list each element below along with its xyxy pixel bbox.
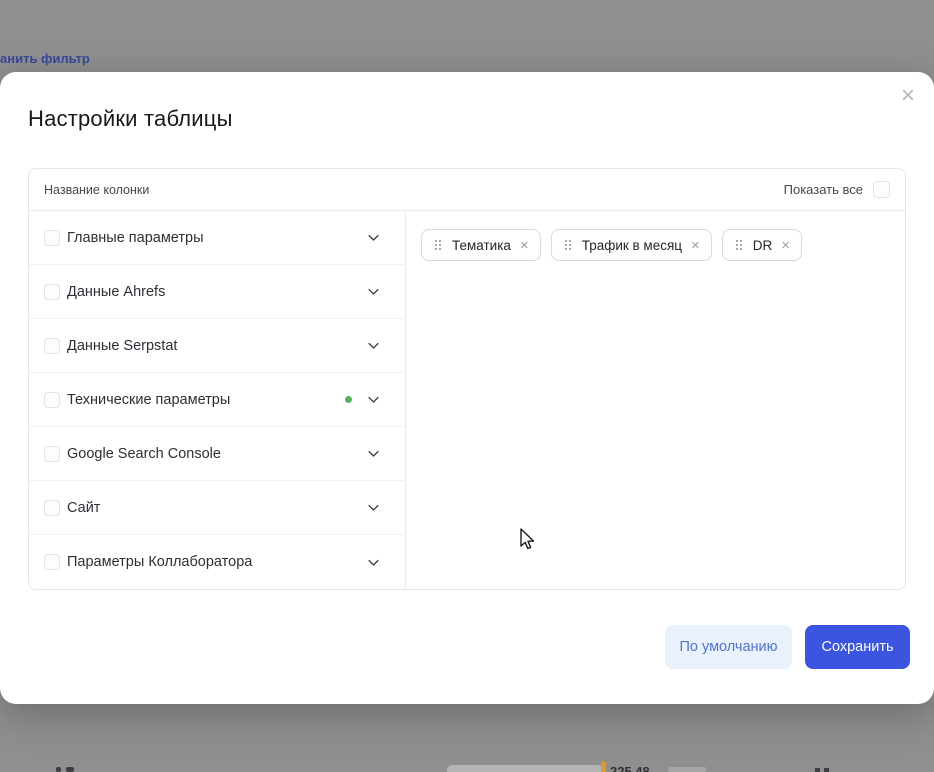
- category-label: Данные Serpstat: [67, 338, 366, 354]
- selected-columns-area: Тематика × Трафик в месяц × DR ×: [406, 211, 905, 590]
- category-checkbox[interactable]: [44, 554, 60, 570]
- drag-handle-icon[interactable]: [563, 238, 573, 252]
- category-checkbox[interactable]: [44, 446, 60, 462]
- flame-icon: [601, 761, 606, 772]
- category-row-google-search-console[interactable]: Google Search Console: [29, 427, 405, 481]
- modal-title: Настройки таблицы: [28, 106, 233, 132]
- columns-panel: Название колонки Показать все Главные па…: [28, 168, 906, 590]
- chip-label: Трафик в месяц: [582, 238, 682, 253]
- background-fragment: [815, 768, 820, 772]
- chevron-down-icon[interactable]: [366, 392, 381, 407]
- background-fragment: [66, 767, 74, 772]
- category-checkbox[interactable]: [44, 284, 60, 300]
- category-label: Параметры Коллабораторa: [67, 554, 366, 570]
- default-settings-button[interactable]: По умолчанию: [665, 625, 792, 669]
- category-label: Сайт: [67, 500, 366, 516]
- chevron-down-icon[interactable]: [366, 284, 381, 299]
- drag-handle-icon[interactable]: [734, 238, 744, 252]
- chip-label: Тематика: [452, 238, 511, 253]
- modal-footer: По умолчанию Сохранить: [665, 625, 910, 669]
- screen: анить фильтр 225.48 × Настройки таблицы …: [0, 0, 934, 772]
- background-fragment: [824, 768, 829, 772]
- category-checkbox[interactable]: [44, 500, 60, 516]
- remove-chip-icon[interactable]: ×: [691, 238, 700, 253]
- background-fragment: [56, 767, 61, 772]
- panel-header: Название колонки Показать все: [29, 169, 905, 211]
- panel-header-title: Название колонки: [44, 183, 149, 197]
- category-row-serpstat[interactable]: Данные Serpstat: [29, 319, 405, 373]
- close-icon[interactable]: ×: [894, 82, 922, 110]
- category-row-collaborator-params[interactable]: Параметры Коллабораторa: [29, 535, 405, 589]
- category-checkbox[interactable]: [44, 230, 60, 246]
- category-label: Google Search Console: [67, 446, 366, 462]
- category-row-site[interactable]: Сайт: [29, 481, 405, 535]
- category-checkbox[interactable]: [44, 338, 60, 354]
- background-fragment-block: [447, 765, 603, 772]
- background-metric-value: 225.48: [610, 764, 650, 772]
- table-settings-modal: × Настройки таблицы Название колонки Пок…: [0, 72, 934, 704]
- category-checkbox[interactable]: [44, 392, 60, 408]
- column-chip-dr[interactable]: DR ×: [722, 229, 802, 261]
- category-label: Технические параметры: [67, 392, 345, 408]
- chevron-down-icon[interactable]: [366, 500, 381, 515]
- chevron-down-icon[interactable]: [366, 230, 381, 245]
- category-row-main-params[interactable]: Главные параметры: [29, 211, 405, 265]
- category-row-technical-params[interactable]: Технические параметры: [29, 373, 405, 427]
- show-all-control: Показать все: [784, 181, 890, 198]
- background-fragment: [668, 767, 706, 772]
- remove-chip-icon[interactable]: ×: [520, 238, 529, 253]
- category-label: Главные параметры: [67, 230, 366, 246]
- chevron-down-icon[interactable]: [366, 446, 381, 461]
- column-chip-tematika[interactable]: Тематика ×: [421, 229, 541, 261]
- category-row-ahrefs[interactable]: Данные Ahrefs: [29, 265, 405, 319]
- show-all-checkbox[interactable]: [873, 181, 890, 198]
- category-label: Данные Ahrefs: [67, 284, 366, 300]
- category-list: Главные параметры Данные Ahrefs: [29, 211, 406, 590]
- show-all-label: Показать все: [784, 182, 863, 197]
- chevron-down-icon[interactable]: [366, 555, 381, 570]
- chip-label: DR: [753, 238, 773, 253]
- drag-handle-icon[interactable]: [433, 238, 443, 252]
- column-chip-traffic[interactable]: Трафик в месяц ×: [551, 229, 712, 261]
- background-save-filter-link[interactable]: анить фильтр: [0, 51, 90, 66]
- remove-chip-icon[interactable]: ×: [781, 238, 790, 253]
- green-status-dot: [345, 396, 352, 403]
- chevron-down-icon[interactable]: [366, 338, 381, 353]
- save-button[interactable]: Сохранить: [805, 625, 910, 669]
